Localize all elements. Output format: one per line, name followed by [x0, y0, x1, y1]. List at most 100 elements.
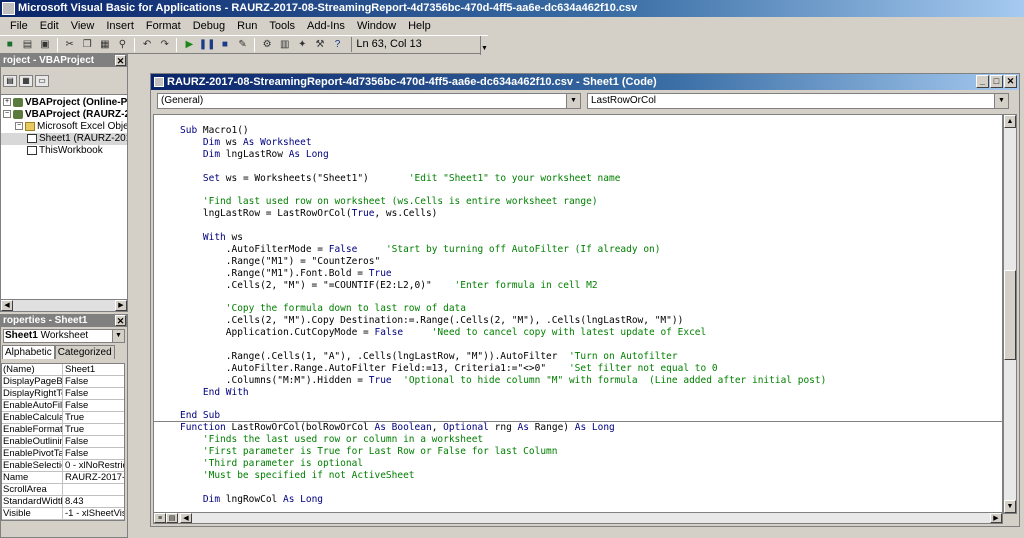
design-mode-icon[interactable]: ✎: [235, 37, 251, 52]
code-line[interactable]: .Cells(2, "M").Copy Destination:=.Range(…: [180, 315, 826, 327]
tree-item[interactable]: − VBAProject (RAURZ-201: [1, 109, 127, 121]
property-value[interactable]: 8.43: [63, 496, 124, 507]
menu-edit[interactable]: Edit: [34, 17, 65, 35]
property-value[interactable]: -1 - xlSheetVisib: [63, 508, 124, 519]
code-line[interactable]: .AutoFilter.Range.AutoFilter Field:=13, …: [180, 363, 826, 375]
code-line[interactable]: Set ws = Worksheets("Sheet1") 'Edit "She…: [180, 173, 826, 185]
scroll-up-icon[interactable]: ▲: [1004, 115, 1016, 128]
property-value[interactable]: False: [63, 436, 124, 447]
toolbar-overflow-icon[interactable]: ▼: [480, 36, 488, 55]
property-row[interactable]: EnableSelection0 - xlNoRestricti: [2, 460, 124, 472]
property-row[interactable]: EnableCalculationTrue: [2, 412, 124, 424]
code-line[interactable]: Application.CutCopyMode = False 'Need to…: [180, 327, 826, 339]
menu-debug[interactable]: Debug: [187, 17, 231, 35]
property-value[interactable]: False: [63, 376, 124, 387]
run-icon[interactable]: ▶: [181, 37, 197, 52]
tab-categorized[interactable]: Categorized: [54, 345, 115, 359]
chevron-down-icon[interactable]: ▼: [994, 94, 1008, 108]
code-line[interactable]: 'Finds the last used row or column in a …: [180, 434, 826, 446]
object-browser-icon[interactable]: ✦: [295, 37, 311, 52]
property-row[interactable]: (Name) Sheet1: [2, 364, 124, 376]
code-horizontal-scrollbar[interactable]: ≡ ▤ ◀ ▶: [153, 512, 1003, 524]
tree-item[interactable]: Sheet1 (RAURZ-2017: [1, 133, 127, 145]
property-row[interactable]: EnableOutliningFalse: [2, 436, 124, 448]
properties-object-select[interactable]: Sheet1 Worksheet ▼: [3, 329, 125, 343]
code-line[interactable]: [180, 184, 826, 196]
code-vertical-scrollbar[interactable]: ▲ ▼: [1003, 114, 1017, 514]
object-combo[interactable]: (General) ▼: [157, 93, 581, 109]
procedure-combo[interactable]: LastRowOrCol ▼: [587, 93, 1009, 109]
code-text[interactable]: Sub Macro1() Dim ws As Worksheet Dim lng…: [180, 125, 826, 506]
code-line[interactable]: 'Find last used row on worksheet (ws.Cel…: [180, 196, 826, 208]
code-line[interactable]: 'Copy the formula down to last row of da…: [180, 303, 826, 315]
property-value[interactable]: [63, 484, 124, 495]
full-module-view-icon[interactable]: ▤: [166, 513, 178, 523]
code-line[interactable]: lngLastRow = LastRowOrCol(True, ws.Cells…: [180, 208, 826, 220]
code-line[interactable]: .AutoFilterMode = False 'Start by turnin…: [180, 244, 826, 256]
property-value[interactable]: False: [63, 448, 124, 459]
code-line[interactable]: [180, 291, 826, 303]
code-line[interactable]: [180, 482, 826, 494]
expand-icon[interactable]: +: [3, 98, 11, 107]
scroll-down-icon[interactable]: ▼: [1004, 500, 1016, 513]
code-line[interactable]: .Range(.Cells(1, "A"), .Cells(lngLastRow…: [180, 351, 826, 363]
help-icon[interactable]: ?: [330, 37, 346, 52]
code-line[interactable]: Dim lngLastRow As Long: [180, 149, 826, 161]
property-value[interactable]: Sheet1: [63, 364, 124, 375]
close-icon[interactable]: ✕: [115, 55, 126, 66]
property-row[interactable]: EnableFormatConTrue: [2, 424, 124, 436]
property-value[interactable]: 0 - xlNoRestricti: [63, 460, 124, 471]
view-object-icon[interactable]: ▦: [19, 74, 33, 87]
chevron-down-icon[interactable]: ▼: [566, 94, 580, 108]
close-icon[interactable]: ✕: [1004, 75, 1017, 88]
property-row[interactable]: DisplayRightToLefFalse: [2, 388, 124, 400]
code-line[interactable]: [180, 339, 826, 351]
code-line[interactable]: Function LastRowOrCol(bolRowOrCol As Boo…: [180, 422, 826, 434]
view-excel-icon[interactable]: ■: [2, 37, 18, 52]
property-value[interactable]: False: [63, 400, 124, 411]
minimize-icon[interactable]: _: [976, 75, 989, 88]
collapse-icon[interactable]: −: [15, 122, 23, 131]
copy-icon[interactable]: ❐: [79, 37, 95, 52]
reset-icon[interactable]: ■: [217, 37, 233, 52]
property-value[interactable]: False: [63, 388, 124, 399]
save-icon[interactable]: ▣: [37, 37, 53, 52]
scroll-right-icon[interactable]: ▶: [115, 300, 127, 311]
code-line[interactable]: With ws: [180, 232, 826, 244]
property-row[interactable]: ScrollArea: [2, 484, 124, 496]
tree-item[interactable]: + VBAProject (Online-Pass: [1, 97, 127, 109]
code-line[interactable]: [180, 220, 826, 232]
menu-insert[interactable]: Insert: [100, 17, 140, 35]
code-line[interactable]: 'Third parameter is optional: [180, 458, 826, 470]
find-icon[interactable]: ⚲: [115, 37, 131, 52]
scroll-right-icon[interactable]: ▶: [990, 513, 1002, 523]
property-value[interactable]: RAURZ-2017-08: [63, 472, 124, 483]
property-value[interactable]: True: [63, 412, 124, 423]
property-row[interactable]: NameRAURZ-2017-08: [2, 472, 124, 484]
scroll-thumb[interactable]: [1004, 270, 1016, 360]
code-line[interactable]: .Cells(2, "M") = "=COUNTIF(E2:L2,0)" 'En…: [180, 280, 826, 292]
menu-tools[interactable]: Tools: [263, 17, 301, 35]
code-line[interactable]: .Range("M1").Font.Bold = True: [180, 268, 826, 280]
menu-help[interactable]: Help: [402, 17, 437, 35]
code-line[interactable]: 'Must be specified if not ActiveSheet: [180, 470, 826, 482]
menu-run[interactable]: Run: [231, 17, 263, 35]
redo-icon[interactable]: ↷: [157, 37, 173, 52]
toolbox-icon[interactable]: ⚒: [312, 37, 328, 52]
code-line[interactable]: 'First parameter is True for Last Row or…: [180, 446, 826, 458]
tab-alphabetic[interactable]: Alphabetic: [2, 345, 55, 359]
code-line[interactable]: .Columns("M:M").Hidden = True 'Optional …: [180, 375, 827, 387]
menu-format[interactable]: Format: [140, 17, 187, 35]
code-line[interactable]: End With: [180, 387, 826, 399]
property-row[interactable]: EnablePivotTableFalse: [2, 448, 124, 460]
menu-window[interactable]: Window: [351, 17, 402, 35]
scroll-left-icon[interactable]: ◀: [1, 300, 13, 311]
view-code-icon[interactable]: ▤: [3, 74, 17, 87]
chevron-down-icon[interactable]: ▼: [112, 330, 124, 342]
menu-view[interactable]: View: [65, 17, 101, 35]
paste-icon[interactable]: ▦: [97, 37, 113, 52]
property-value[interactable]: True: [63, 424, 124, 435]
code-editor[interactable]: Sub Macro1() Dim ws As Worksheet Dim lng…: [153, 114, 1003, 514]
tree-item[interactable]: − Microsoft Excel Objects: [1, 121, 127, 133]
property-row[interactable]: DisplayPageBreakFalse: [2, 376, 124, 388]
